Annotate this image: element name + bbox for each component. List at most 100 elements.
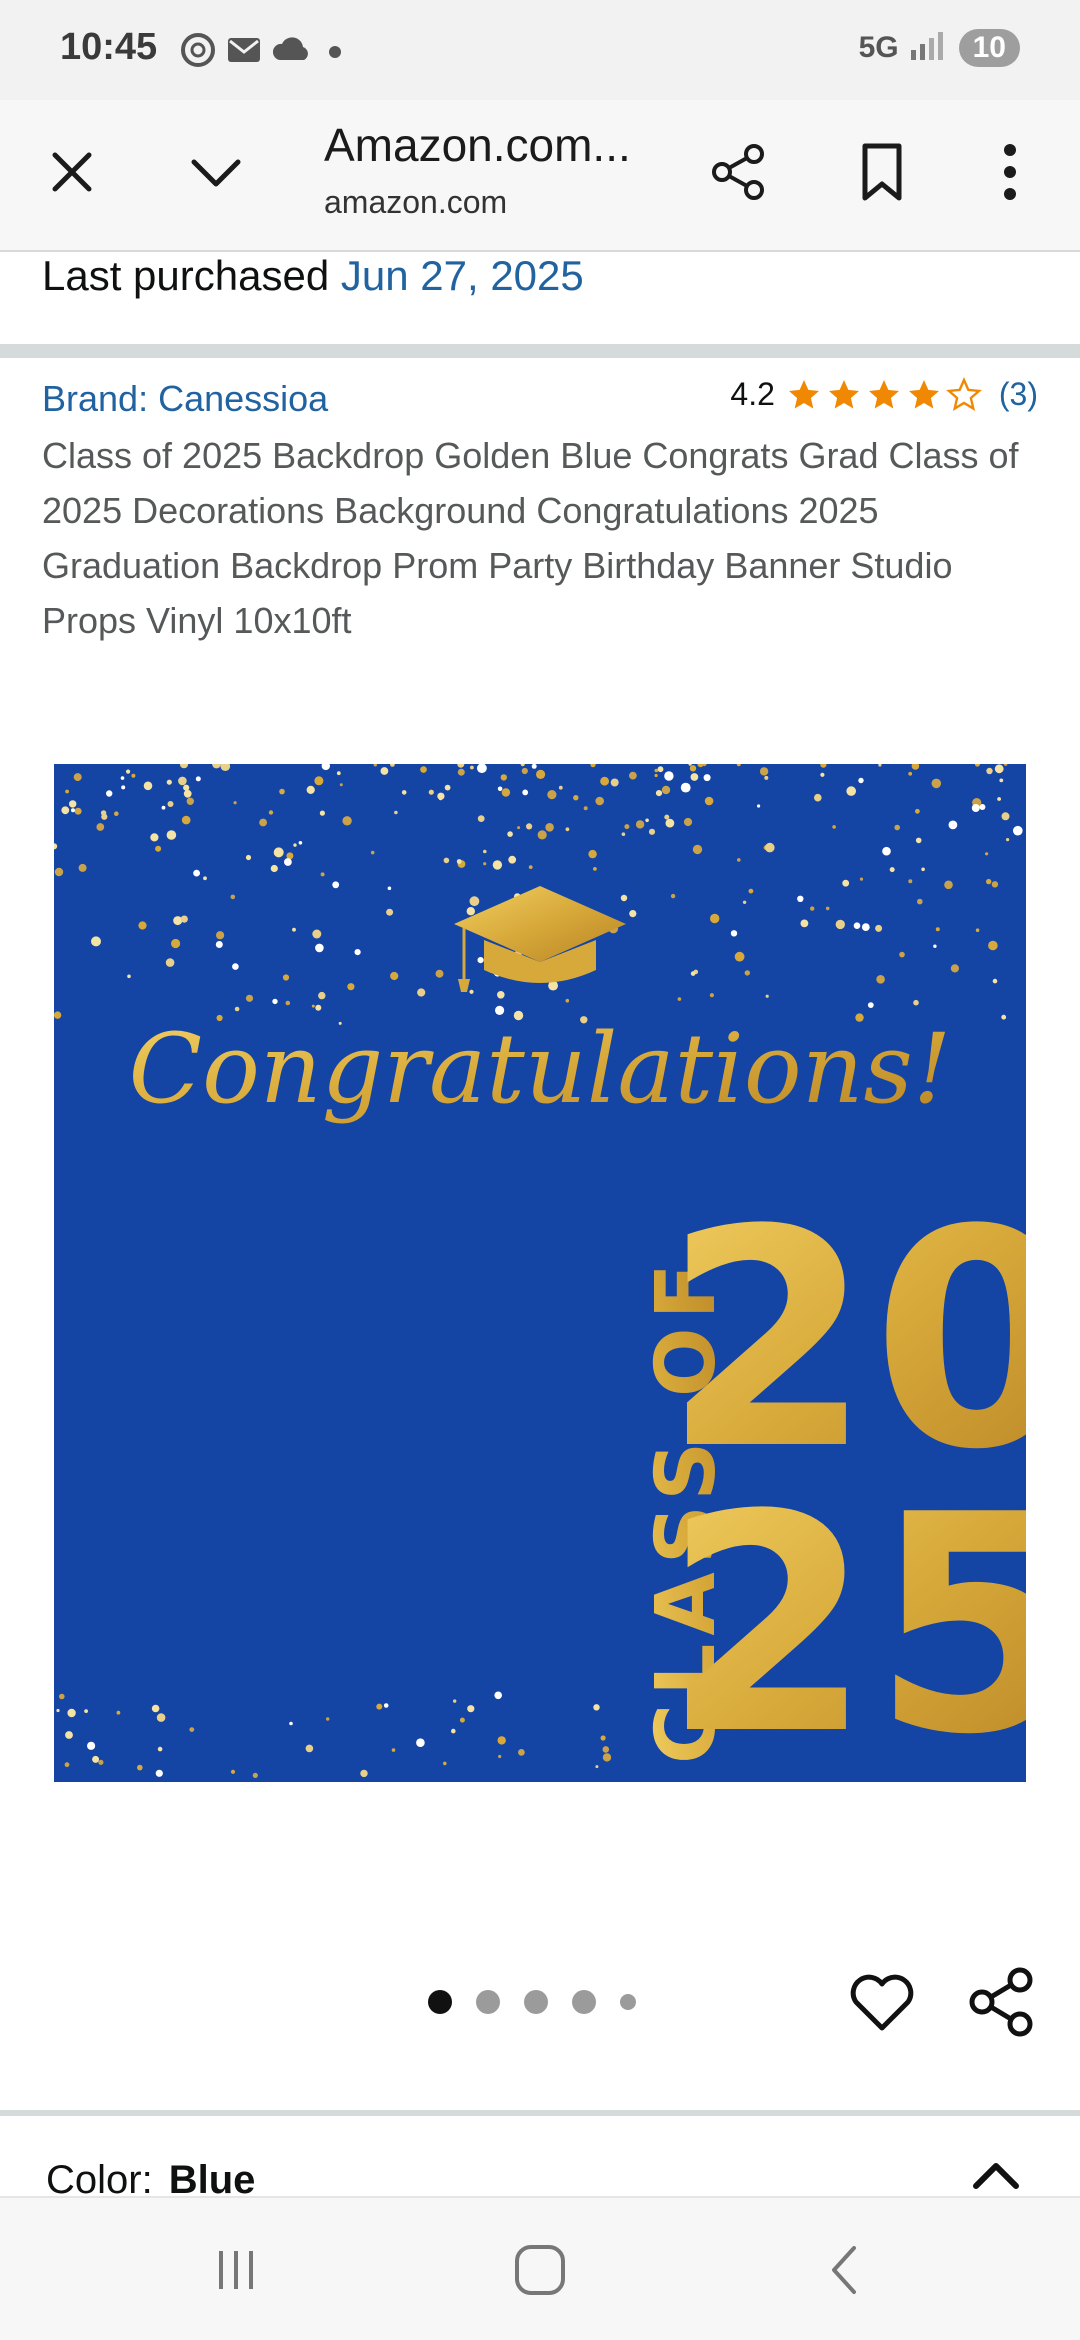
confetti-dot <box>298 841 303 845</box>
confetti-dot <box>558 785 563 790</box>
confetti-dot <box>203 876 207 881</box>
confetti-dot <box>114 811 119 816</box>
carousel-dot[interactable] <box>524 1990 548 2014</box>
signal-icon <box>909 28 949 67</box>
confetti-dot <box>595 1765 599 1769</box>
confetti-dot <box>657 766 664 773</box>
carousel-dot[interactable] <box>572 1990 596 2014</box>
confetti-dot <box>116 1710 121 1715</box>
close-button[interactable] <box>30 130 114 214</box>
confetti-dot <box>648 828 656 835</box>
confetti-dot <box>853 922 861 929</box>
confetti-dot <box>435 969 444 978</box>
confetti-dot <box>284 858 292 866</box>
confetti-dot <box>655 790 663 797</box>
confetti-dot <box>100 810 107 816</box>
system-nav-bar <box>0 2196 1080 2340</box>
confetti-dot <box>370 850 375 855</box>
confetti-dot <box>342 816 352 826</box>
home-button[interactable] <box>500 2234 580 2306</box>
confetti-dot <box>680 782 691 793</box>
confetti-dot <box>690 971 696 976</box>
confetti-dot <box>744 970 750 976</box>
confetti-dot <box>497 1736 506 1745</box>
confetti-dot <box>444 784 451 791</box>
confetti-dot <box>186 797 194 805</box>
confetti-dot <box>621 832 626 836</box>
last-purchased-label: Last purchased <box>42 252 341 299</box>
confetti-dot <box>986 878 992 885</box>
confetti-dot <box>314 776 324 786</box>
confetti-dot <box>466 907 475 916</box>
bookmark-button[interactable] <box>840 130 924 214</box>
confetti-dot <box>825 906 830 911</box>
confetti-dot <box>320 872 325 877</box>
brand-link[interactable]: Brand: Canessioa <box>42 378 328 420</box>
confetti-dot <box>59 1693 65 1700</box>
confetti-dot <box>451 1728 456 1734</box>
confetti-dot <box>61 806 70 815</box>
confetti-dot <box>387 886 392 891</box>
heart-icon <box>850 1974 914 2031</box>
back-button[interactable] <box>804 2234 884 2306</box>
confetti-dot <box>180 915 188 923</box>
confetti-dot <box>765 842 775 853</box>
confetti-dot <box>120 776 125 780</box>
confetti-dot <box>882 846 891 856</box>
confetti-dot <box>443 1761 447 1766</box>
carousel-dot[interactable] <box>620 1994 636 2010</box>
last-purchased-date[interactable]: Jun 27, 2025 <box>341 252 584 299</box>
favorite-button[interactable] <box>846 1966 918 2038</box>
confetti-dot <box>138 921 147 930</box>
confetti-dot <box>279 788 285 795</box>
confetti-dot <box>245 854 252 861</box>
confetti-dot <box>272 998 278 1005</box>
confetti-dot <box>517 826 521 830</box>
confetti-dot <box>259 818 267 827</box>
confetti-dot <box>143 781 153 791</box>
share-button[interactable] <box>696 130 780 214</box>
bookmark-icon <box>862 143 902 201</box>
confetti-dot <box>992 978 998 984</box>
battery-indicator: 10 <box>958 28 1020 67</box>
confetti-dot <box>54 1011 62 1019</box>
rating-summary[interactable]: 4.2 (3) <box>730 376 1038 413</box>
confetti-dot <box>820 772 825 777</box>
carousel-dot[interactable] <box>428 1990 452 2014</box>
confetti-dot <box>629 910 637 918</box>
confetti-dot <box>391 1748 396 1752</box>
confetti-dot <box>861 923 870 931</box>
confetti-dot <box>156 1713 166 1722</box>
confetti-dot <box>383 1703 389 1708</box>
carousel-dot[interactable] <box>476 1990 500 2014</box>
confetti-dot <box>800 919 809 928</box>
confetti-dot <box>121 785 126 790</box>
more-options-button[interactable] <box>968 130 1052 214</box>
confetti-dot <box>810 906 815 911</box>
confetti-dot <box>453 1699 457 1703</box>
confetti-dot <box>908 771 913 776</box>
cloud-icon <box>270 30 314 75</box>
last-purchased-text: Last purchased Jun 27, 2025 <box>42 252 584 300</box>
product-share-button[interactable] <box>966 1966 1038 2038</box>
confetti-dot <box>814 793 822 802</box>
confetti-dot <box>428 789 434 795</box>
confetti-dot <box>292 927 296 932</box>
confetti-dot <box>915 837 922 844</box>
confetti-dot <box>233 801 237 805</box>
collapse-button[interactable] <box>968 2152 1024 2196</box>
carousel-indicator <box>428 1990 636 2014</box>
minimize-button[interactable] <box>174 130 258 214</box>
product-image[interactable]: Congratulations! CLASS OF 20 25 <box>54 764 1026 1782</box>
confetti-dot <box>917 898 923 905</box>
confetti-dot <box>602 1753 612 1762</box>
confetti-dot <box>401 790 407 795</box>
recent-apps-button[interactable] <box>196 2234 276 2306</box>
confetti-dot <box>593 867 597 871</box>
confetti-dot <box>1013 825 1023 836</box>
confetti-dot <box>703 774 711 782</box>
confetti-dot <box>948 820 958 830</box>
confetti-dot <box>899 951 905 958</box>
confetti-dot <box>456 859 462 864</box>
confetti-dot <box>65 1731 73 1739</box>
